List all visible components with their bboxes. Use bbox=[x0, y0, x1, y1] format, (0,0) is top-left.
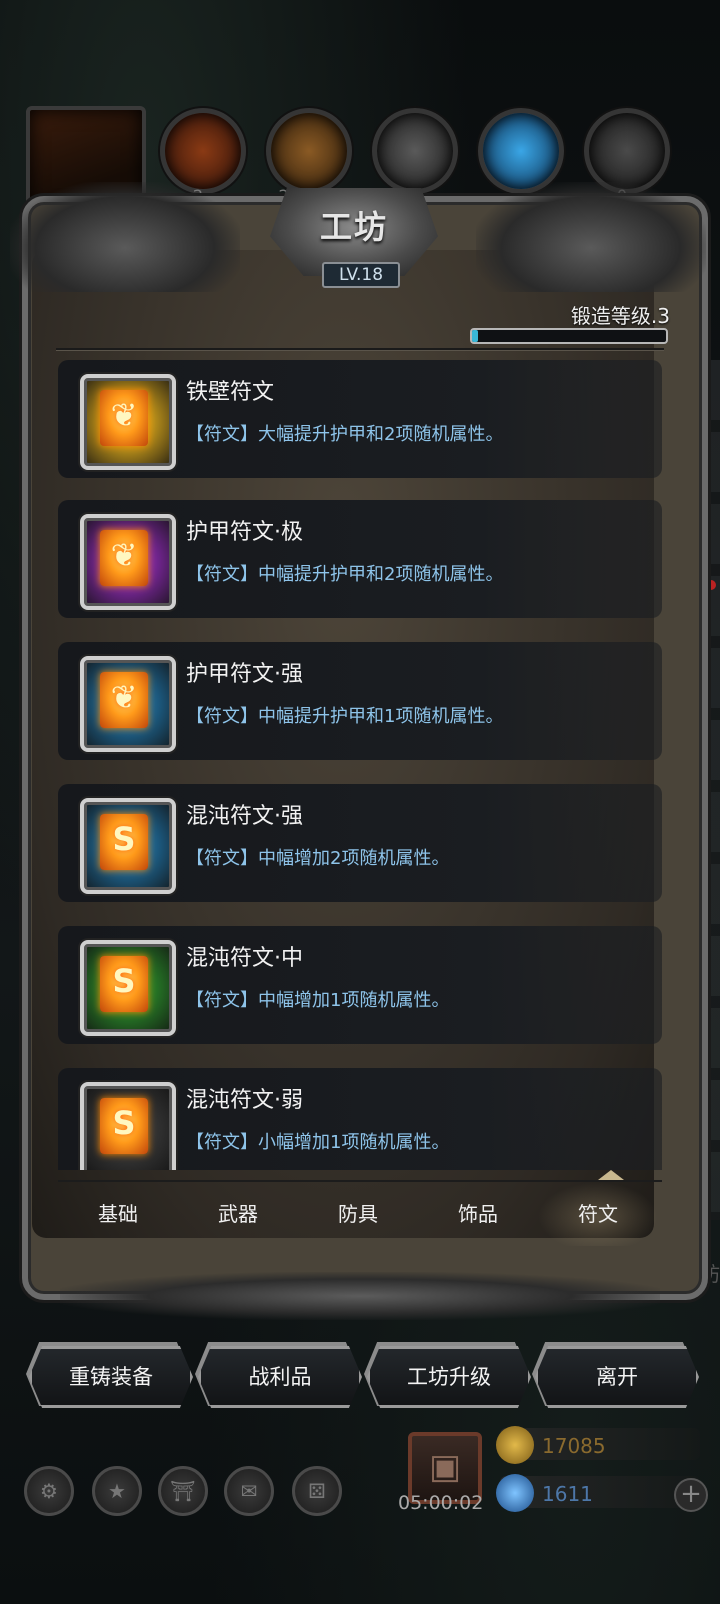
tab-runes[interactable]: 符文 bbox=[538, 1182, 658, 1246]
item-description: 【符文】大幅提升护甲和2项随机属性。 bbox=[186, 424, 504, 445]
gold-amount: 17085 bbox=[542, 1434, 606, 1458]
item-name: 混沌符文·中 bbox=[186, 946, 303, 971]
item-description: 【符文】中幅提升护甲和1项随机属性。 bbox=[186, 706, 504, 727]
wood-resource-icon bbox=[266, 108, 352, 194]
gate-icon[interactable]: ⛩ bbox=[158, 1466, 208, 1516]
list-item[interactable]: S 混沌符文·中 【符文】中幅增加1项随机属性。 bbox=[58, 926, 662, 1044]
rune-icon: S bbox=[80, 798, 176, 894]
forge-progress-fill bbox=[472, 330, 478, 342]
item-name: 铁壁符文 bbox=[186, 380, 275, 405]
dragon-ornament-left bbox=[10, 182, 240, 292]
item-description: 【符文】中幅增加1项随机属性。 bbox=[186, 990, 450, 1011]
add-currency-button[interactable]: + bbox=[674, 1478, 708, 1512]
mail-icon[interactable]: ✉ bbox=[224, 1466, 274, 1516]
rune-icon: ❦ bbox=[80, 656, 176, 752]
list-item[interactable]: S 混沌符文·弱 【符文】小幅增加1项随机属性。 bbox=[58, 1068, 662, 1170]
rune-icon: S bbox=[80, 1082, 176, 1170]
dragon-ornament-right bbox=[476, 182, 706, 292]
item-name: 护甲符文·强 bbox=[186, 662, 303, 687]
rune-icon: ❦ bbox=[80, 374, 176, 470]
tab-weapons[interactable]: 武器 bbox=[178, 1182, 298, 1246]
tab-basic[interactable]: 基础 bbox=[58, 1182, 178, 1246]
item-description: 【符文】中幅提升护甲和2项随机属性。 bbox=[186, 564, 504, 585]
iron-resource-icon bbox=[372, 108, 458, 194]
forge-progress-bar bbox=[470, 328, 668, 344]
list-item[interactable]: S 混沌符文·强 【符文】中幅增加2项随机属性。 bbox=[58, 784, 662, 902]
category-tabs: 基础 武器 防具 饰品 符文 bbox=[58, 1170, 662, 1254]
active-tab-indicator-icon bbox=[598, 1170, 624, 1182]
item-description: 【符文】中幅增加2项随机属性。 bbox=[186, 848, 450, 869]
panel-title: 工坊 bbox=[319, 208, 388, 246]
leave-button[interactable]: 离开 bbox=[535, 1346, 699, 1408]
loot-button[interactable]: 战利品 bbox=[198, 1346, 362, 1408]
rune-icon: ❦ bbox=[80, 514, 176, 610]
gift-timer: 05:00:02 bbox=[398, 1492, 484, 1514]
bottom-ornament bbox=[60, 1272, 660, 1320]
forge-level-label: 锻造等级.3 bbox=[570, 304, 670, 328]
settings-icon[interactable]: ⚙ bbox=[24, 1466, 74, 1516]
item-name: 混沌符文·弱 bbox=[186, 1088, 303, 1113]
star-icon[interactable]: ★ bbox=[92, 1466, 142, 1516]
rune-icon: S bbox=[80, 940, 176, 1036]
level-badge: LV.18 bbox=[322, 262, 400, 288]
list-item[interactable]: ❦ 护甲符文·极 【符文】中幅提升护甲和2项随机属性。 bbox=[58, 500, 662, 618]
workshop-upgrade-button[interactable]: 工坊升级 bbox=[367, 1346, 531, 1408]
gem-icon bbox=[496, 1474, 534, 1512]
item-description: 【符文】小幅增加1项随机属性。 bbox=[186, 1132, 450, 1153]
dice-icon[interactable]: ⚄ bbox=[292, 1466, 342, 1516]
tab-accessories[interactable]: 饰品 bbox=[418, 1182, 538, 1246]
item-name: 护甲符文·极 bbox=[186, 520, 303, 545]
list-item[interactable]: ❦ 护甲符文·强 【符文】中幅提升护甲和1项随机属性。 bbox=[58, 642, 662, 760]
rune-list[interactable]: ❦ 铁壁符文 【符文】大幅提升护甲和2项随机属性。 ❦ 护甲符文·极 【符文】中… bbox=[58, 360, 662, 1170]
list-item[interactable]: ❦ 铁壁符文 【符文】大幅提升护甲和2项随机属性。 bbox=[58, 360, 662, 478]
item-name: 混沌符文·强 bbox=[186, 804, 303, 829]
gem-amount: 1611 bbox=[542, 1482, 593, 1506]
gold-coin-icon bbox=[496, 1426, 534, 1464]
reforge-button[interactable]: 重铸装备 bbox=[29, 1346, 193, 1408]
divider bbox=[56, 348, 664, 351]
tab-armor[interactable]: 防具 bbox=[298, 1182, 418, 1246]
